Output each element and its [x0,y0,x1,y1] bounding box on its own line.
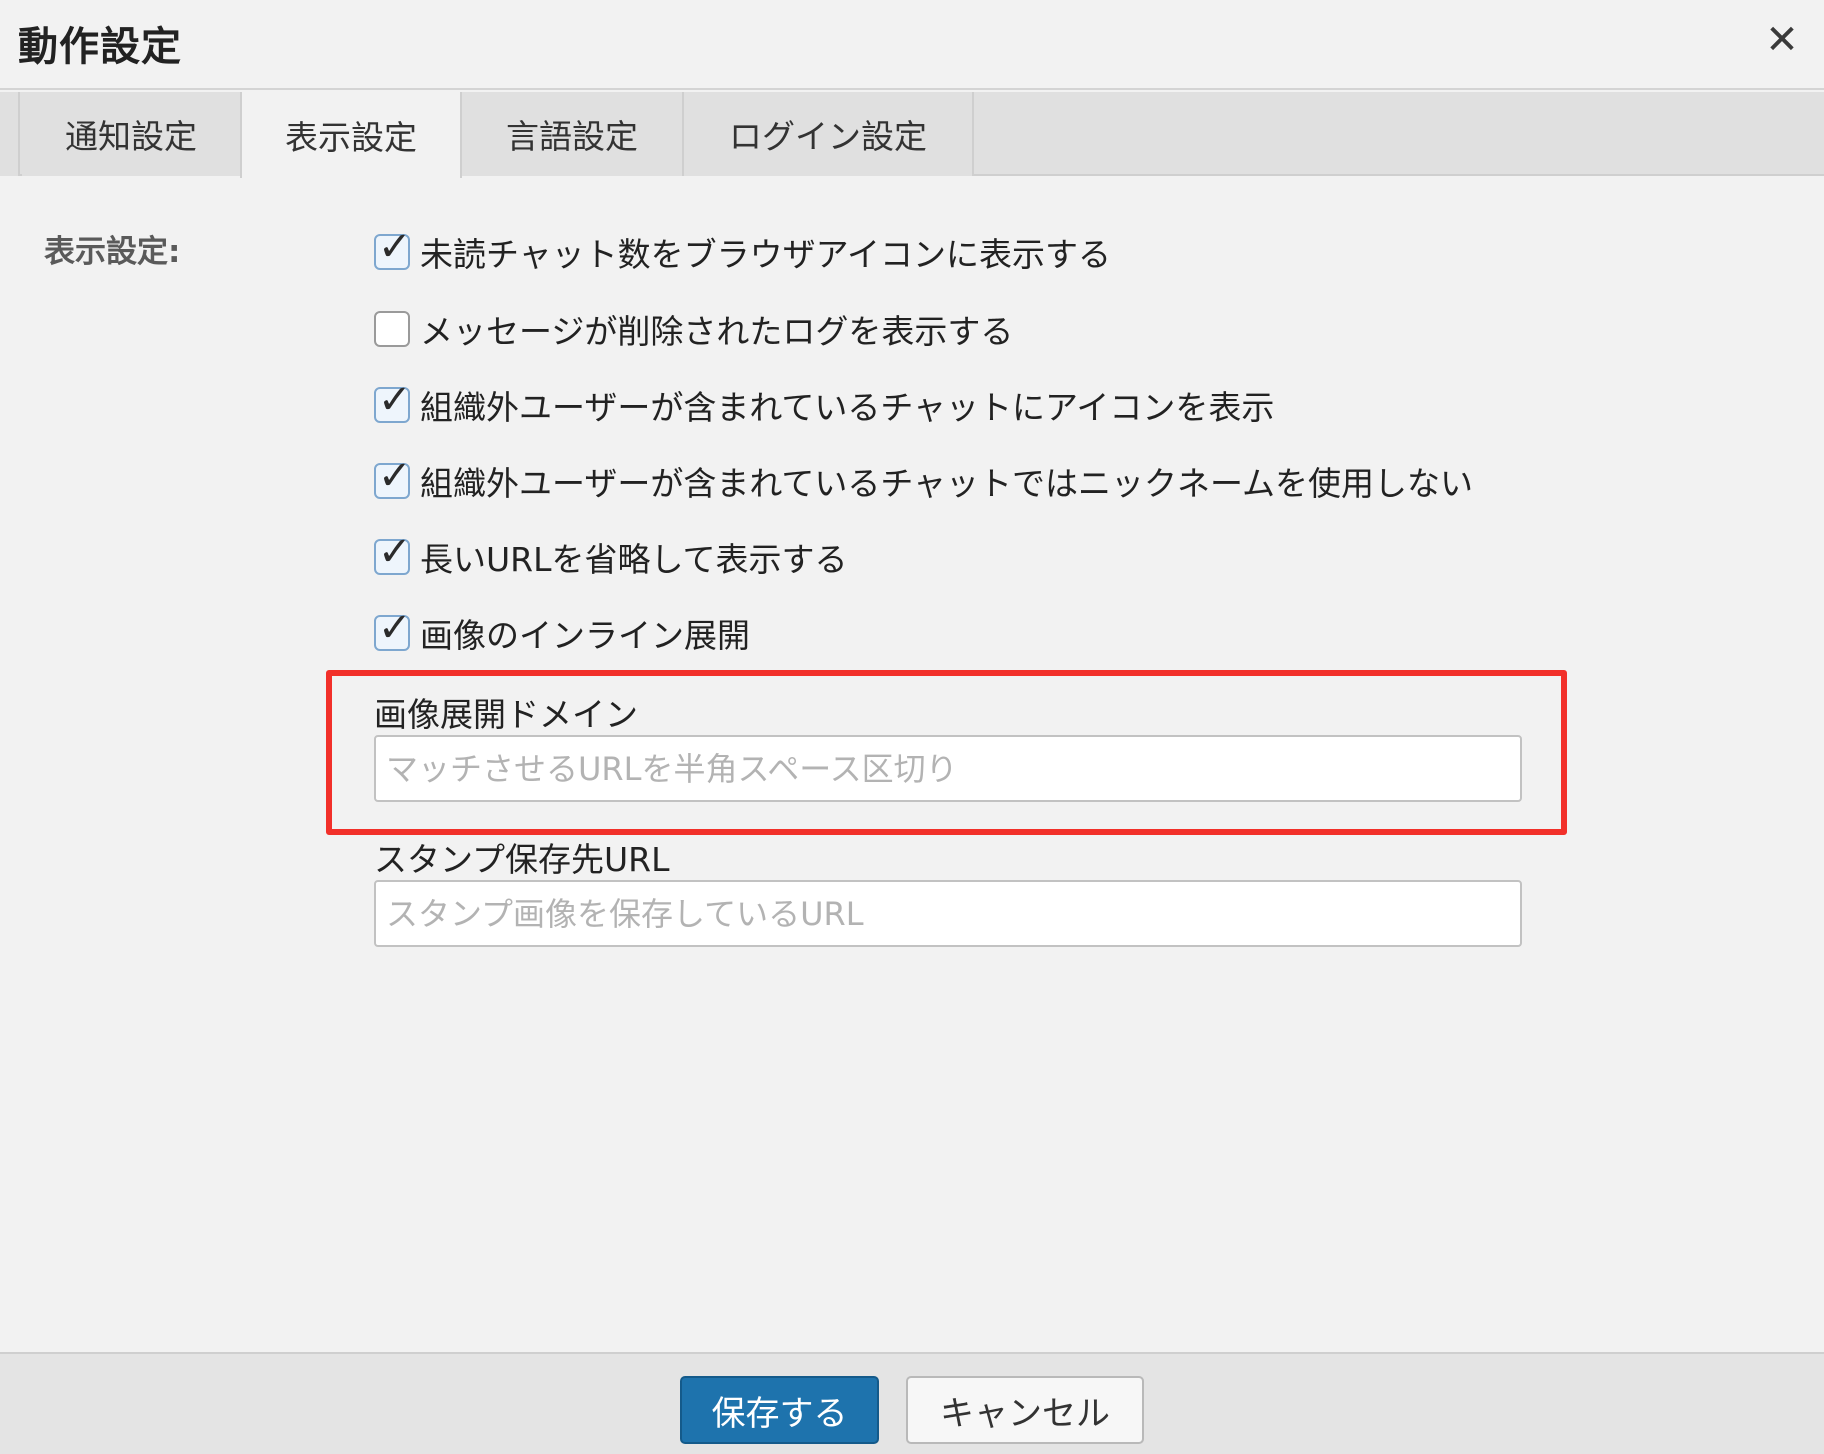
option-external-icon[interactable]: ✓ 組織外ユーザーが含まれているチャットにアイコンを表示 [374,380,1275,428]
section-label: 表示設定: [44,234,181,270]
close-icon[interactable]: ✕ [1762,17,1802,63]
checkbox[interactable]: ✓ [374,456,412,499]
image-domain-input[interactable] [374,735,1522,802]
option-label: 組織外ユーザーが含まれているチャットではニックネームを使用しない [420,464,1474,503]
dialog-title: 動作設定 [18,24,182,70]
option-label: 画像のインライン展開 [420,616,750,655]
tab-bar: 通知設定 表示設定 言語設定 ログイン設定 [0,92,1824,178]
check-icon: ✓ [378,224,412,270]
option-inline-image[interactable]: ✓ 画像のインライン展開 [374,608,750,656]
option-label: 組織外ユーザーが含まれているチャットにアイコンを表示 [420,388,1275,427]
check-icon: ✓ [378,529,412,575]
dialog-header: 動作設定 ✕ [0,0,1824,90]
option-label: 長いURLを省略して表示する [420,540,848,579]
checkbox[interactable]: ✓ [374,227,412,270]
tab-bar-edge [0,92,20,176]
option-unread-count[interactable]: ✓ 未読チャット数をブラウザアイコンに表示する [374,227,1112,275]
settings-dialog: 動作設定 ✕ 通知設定 表示設定 言語設定 ログイン設定 表示設定: ✓ 未読チ… [0,0,1824,1454]
save-button[interactable]: 保存する [680,1376,879,1444]
tab-display[interactable]: 表示設定 [240,92,462,178]
option-no-nickname[interactable]: ✓ 組織外ユーザーが含まれているチャットではニックネームを使用しない [374,456,1474,504]
check-icon: ✓ [378,453,412,499]
checkbox[interactable]: ✓ [374,532,412,575]
tab-notification[interactable]: 通知設定 [22,92,242,176]
stamp-url-input[interactable] [374,880,1522,947]
dialog-footer: 保存する キャンセル [0,1352,1824,1454]
option-label: メッセージが削除されたログを表示する [420,312,1014,351]
image-domain-label: 画像展開ドメイン [374,695,638,734]
option-deleted-log[interactable]: メッセージが削除されたログを表示する [374,306,1013,352]
check-icon: ✓ [378,605,412,651]
tab-login[interactable]: ログイン設定 [684,92,974,176]
checkbox[interactable] [374,311,410,347]
checkbox[interactable]: ✓ [374,380,412,423]
option-shorten-url[interactable]: ✓ 長いURLを省略して表示する [374,532,848,580]
cancel-button[interactable]: キャンセル [906,1376,1144,1444]
checkbox[interactable]: ✓ [374,608,412,651]
option-label: 未読チャット数をブラウザアイコンに表示する [420,235,1112,274]
stamp-url-label: スタンプ保存先URL [374,840,670,879]
check-icon: ✓ [378,377,412,423]
tab-language[interactable]: 言語設定 [462,92,684,176]
